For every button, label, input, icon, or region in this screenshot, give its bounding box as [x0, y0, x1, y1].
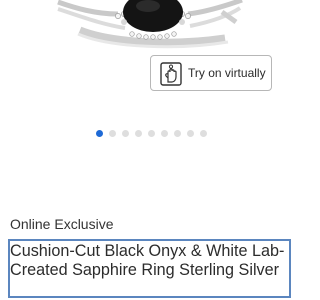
carousel-dot-4[interactable] [135, 130, 142, 137]
ring-image [57, 0, 243, 49]
carousel-dot-1[interactable] [96, 130, 103, 137]
carousel-dot-3[interactable] [122, 130, 129, 137]
carousel-dot-2[interactable] [109, 130, 116, 137]
carousel-dot-9[interactable] [200, 130, 207, 137]
hand-ring-icon [160, 62, 182, 86]
product-image[interactable] [0, 0, 300, 52]
product-title: Cushion-Cut Black Onyx & White Lab-Creat… [8, 239, 291, 298]
try-on-label: Try on virtually [188, 66, 266, 80]
carousel-dot-6[interactable] [161, 130, 168, 137]
image-carousel-dots [96, 130, 207, 138]
carousel-dot-8[interactable] [187, 130, 194, 137]
carousel-dot-5[interactable] [148, 130, 155, 137]
online-exclusive-badge: Online Exclusive [10, 216, 114, 232]
carousel-dot-7[interactable] [174, 130, 181, 137]
try-on-virtually-button[interactable]: Try on virtually [150, 55, 272, 91]
